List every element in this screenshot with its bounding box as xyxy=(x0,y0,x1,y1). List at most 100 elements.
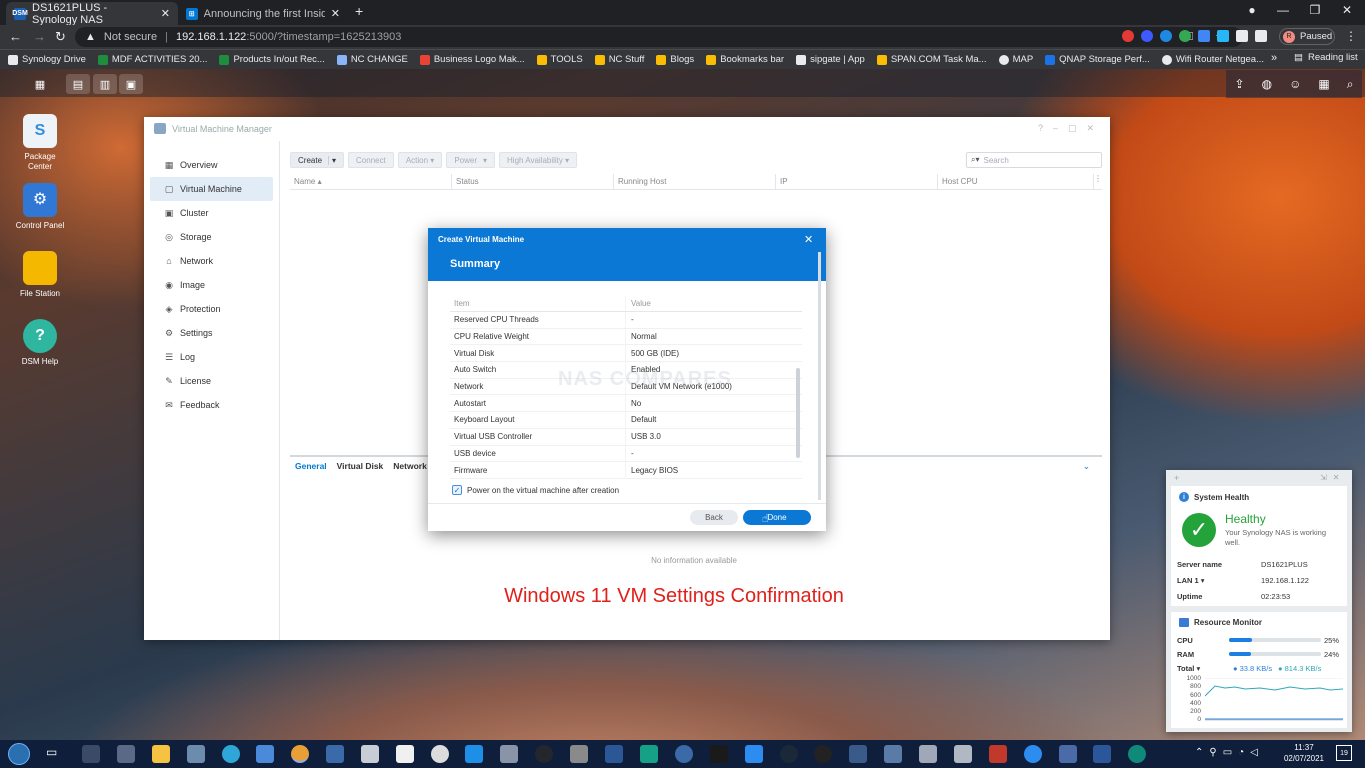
close-icon[interactable]: ✕ xyxy=(161,7,170,20)
visual-studio-taskbar-icon[interactable] xyxy=(605,745,623,763)
bookmark-item[interactable]: Business Logo Mak... xyxy=(419,54,525,65)
chrome-taskbar-icon[interactable] xyxy=(291,745,309,763)
new-tab-button[interactable]: + xyxy=(355,3,363,19)
app-taskbar-icon[interactable] xyxy=(256,745,274,763)
dialog-scrollbar[interactable] xyxy=(818,252,821,500)
action-button[interactable]: Action ▾ xyxy=(397,152,443,168)
terminal-taskbar-icon[interactable] xyxy=(640,745,658,763)
sidebar-item-storage[interactable]: ◎ Storage xyxy=(150,225,273,249)
sidebar-item-settings[interactable]: ⚙ Settings xyxy=(150,321,273,345)
bookmark-folder[interactable]: TOOLS xyxy=(536,54,583,65)
close-icon[interactable]: ✕ xyxy=(804,233,813,246)
bookmark-folder[interactable]: Blogs xyxy=(656,54,694,65)
taskbar-clock[interactable]: 11:37 02/07/2021 xyxy=(1283,742,1325,764)
desktop-icon-control-panel[interactable]: ⚙ Control Panel xyxy=(14,183,66,231)
app-taskbar-icon[interactable] xyxy=(361,745,379,763)
add-widget-icon[interactable]: + xyxy=(1174,473,1179,483)
chat-icon[interactable]: ◍ xyxy=(1262,77,1272,91)
epic-games-taskbar-icon[interactable] xyxy=(710,745,728,763)
more-bookmarks-button[interactable]: » xyxy=(1271,52,1277,64)
column-status[interactable]: Status xyxy=(452,174,614,189)
app-taskbar-icon[interactable] xyxy=(745,745,763,763)
profile-button[interactable]: R Paused xyxy=(1279,28,1335,45)
widget-controls-icon[interactable]: ⇲✕ xyxy=(1320,473,1345,482)
app-taskbar-icon[interactable] xyxy=(849,745,867,763)
explorer-taskbar-icon[interactable] xyxy=(152,745,170,763)
tab-network[interactable]: Network xyxy=(388,461,432,471)
main-menu-icon[interactable]: ▦ xyxy=(28,74,52,94)
bookmark-item[interactable]: MDF ACTIVITIES 20... xyxy=(97,54,207,65)
reload-icon[interactable]: ↻ xyxy=(55,29,66,45)
control-panel-taskbar-icon[interactable]: ▥ xyxy=(93,74,117,94)
desktop-icon-dsm-help[interactable]: ? DSM Help xyxy=(14,319,66,367)
word-taskbar-icon[interactable] xyxy=(1093,745,1111,763)
app-taskbar-icon[interactable] xyxy=(570,745,588,763)
sidebar-item-feedback[interactable]: ✉ Feedback xyxy=(150,393,273,417)
connect-button[interactable]: Connect xyxy=(348,152,394,168)
window-title-bar[interactable]: Virtual Machine Manager ?–▢✕ xyxy=(144,117,1110,141)
chevron-down-icon[interactable]: ▾ xyxy=(328,155,336,165)
bookmark-item[interactable]: QNAP Storage Perf... xyxy=(1045,54,1150,65)
power-button[interactable]: Power ▾ xyxy=(446,152,496,168)
system-tray-icons[interactable]: ⌃⚲▭◔◁ xyxy=(1195,747,1264,758)
extension-icon[interactable] xyxy=(1160,30,1172,42)
adblock-icon[interactable] xyxy=(1122,30,1134,42)
calculator-taskbar-icon[interactable] xyxy=(117,745,135,763)
window-controls-icon[interactable]: ?–▢✕ xyxy=(1038,123,1104,134)
task-view-icon[interactable]: ▭ xyxy=(46,745,57,759)
app-taskbar-icon[interactable] xyxy=(187,745,205,763)
lan-label[interactable]: LAN 1 ▾ xyxy=(1177,576,1205,585)
column-host-cpu[interactable]: Host CPU xyxy=(938,174,1094,189)
create-button[interactable]: Create ▾ xyxy=(290,152,345,168)
tab-insider[interactable]: ⊞ Announcing the first Insider Pre... ✕ xyxy=(178,2,348,25)
power-on-checkbox[interactable]: ✓ xyxy=(452,485,462,495)
reading-list-button[interactable]: ▤ Reading list xyxy=(1294,52,1358,63)
app-taskbar-icon[interactable] xyxy=(675,745,693,763)
notification-center-icon[interactable]: 19 xyxy=(1336,745,1352,761)
desktop-icon-package-center[interactable]: S Package Center xyxy=(14,114,66,172)
bookmark-item[interactable]: SPAN.COM Task Ma... xyxy=(876,54,987,65)
bookmark-item[interactable]: NC CHANGE xyxy=(336,54,408,65)
app-taskbar-icon[interactable] xyxy=(1024,745,1042,763)
app-taskbar-icon[interactable] xyxy=(1059,745,1077,763)
app-taskbar-icon[interactable] xyxy=(431,745,449,763)
bookmark-folder[interactable]: NC Stuff xyxy=(594,54,644,65)
widgets-icon[interactable]: ▦ xyxy=(1318,77,1329,91)
bookmark-folder[interactable]: Bookmarks bar xyxy=(706,54,784,65)
edge-taskbar-icon[interactable] xyxy=(1128,745,1146,763)
settings-taskbar-icon[interactable] xyxy=(82,745,100,763)
puzzle-icon[interactable] xyxy=(1255,30,1267,42)
app-taskbar-icon[interactable] xyxy=(954,745,972,763)
steam-taskbar-icon[interactable] xyxy=(780,745,798,763)
sidebar-item-log[interactable]: ☰ Log xyxy=(150,345,273,369)
omnibox[interactable]: ▲ Not secure | 192.168.1.122:5000/?times… xyxy=(75,27,1243,47)
menu-icon[interactable]: ⋮ xyxy=(1345,29,1357,43)
sidebar-item-network[interactable]: ⌂ Network xyxy=(150,249,273,273)
app-taskbar-icon[interactable] xyxy=(326,745,344,763)
total-label[interactable]: Total ▾ xyxy=(1177,664,1200,673)
tab-virtual-disk[interactable]: Virtual Disk xyxy=(332,461,389,471)
maximize-icon[interactable]: ❐ xyxy=(1305,3,1325,17)
sidebar-item-overview[interactable]: ▦ Overview xyxy=(150,153,273,177)
high-availability-button[interactable]: High Availability ▾ xyxy=(499,152,578,168)
record-icon[interactable]: ● xyxy=(1242,3,1262,17)
column-ip[interactable]: IP xyxy=(776,174,938,189)
grammarly-icon[interactable] xyxy=(1179,30,1191,42)
notepad-taskbar-icon[interactable] xyxy=(396,745,414,763)
collapse-icon[interactable]: ⌄ xyxy=(1083,461,1090,472)
extension-icon[interactable] xyxy=(1236,30,1248,42)
column-menu-icon[interactable]: ⋮ xyxy=(1094,174,1102,189)
desktop-icon-file-station[interactable]: File Station xyxy=(14,251,66,299)
package-center-taskbar-icon[interactable]: ▤ xyxy=(66,74,90,94)
extension-icon[interactable] xyxy=(1141,30,1153,42)
app-taskbar-icon[interactable] xyxy=(884,745,902,763)
bookmark-item[interactable]: MAP xyxy=(998,54,1033,65)
app-taskbar-icon[interactable] xyxy=(989,745,1007,763)
column-running-host[interactable]: Running Host xyxy=(614,174,776,189)
bookmark-item[interactable]: Wifi Router Netgea... xyxy=(1161,54,1264,65)
app-taskbar-icon[interactable] xyxy=(919,745,937,763)
forward-icon[interactable]: → xyxy=(33,29,46,44)
tab-general[interactable]: General xyxy=(290,461,332,471)
app-taskbar-icon[interactable] xyxy=(500,745,518,763)
sidebar-item-image[interactable]: ◉ Image xyxy=(150,273,273,297)
